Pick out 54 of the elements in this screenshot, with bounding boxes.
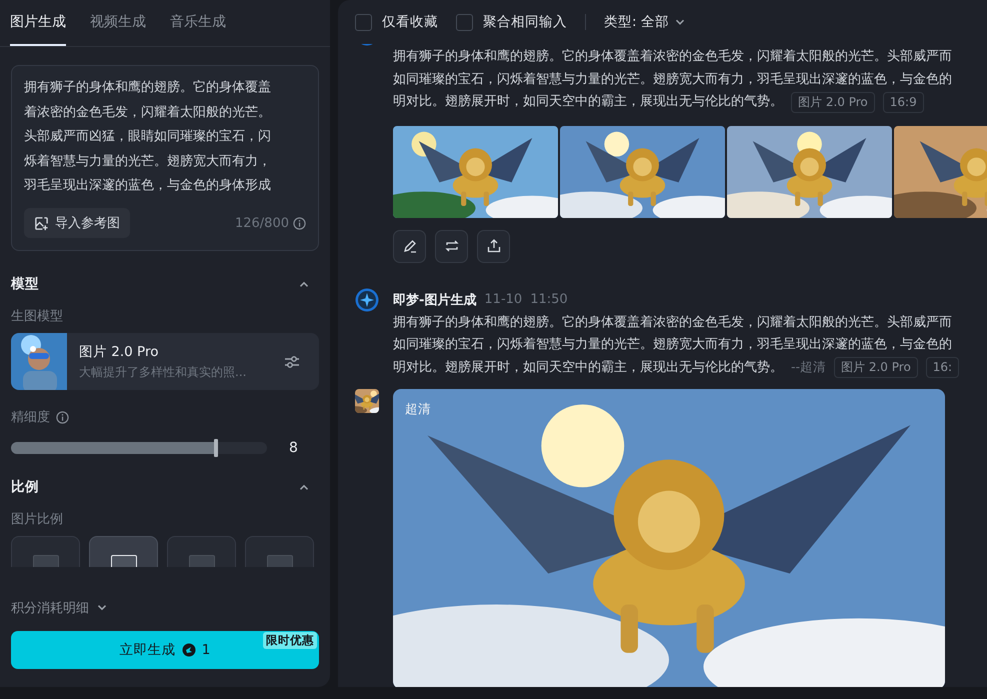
prompt-text: 烁着智慧与力量的光芒。翅膀宽大而有力， (24, 152, 272, 170)
prompt-text: 着浓密的金色毛发，闪耀着太阳般的光芒。 (24, 104, 272, 122)
sender-name: 即梦-图片生成 (393, 292, 476, 308)
prompt-text: 羽毛呈现出深邃的蓝色，与金色的身体形成 (24, 177, 272, 195)
coin-icon (182, 643, 196, 657)
model-description: 大幅提升了多样性和真实的照... (79, 364, 248, 380)
section-title: 模型 (11, 275, 39, 293)
detail-slider[interactable] (11, 442, 267, 454)
tag: 16:9 (882, 92, 924, 113)
tag: 图片 2.0 Pro (791, 92, 875, 113)
cost-details-label[interactable]: 积分消耗明细 (11, 599, 89, 617)
import-reference-button[interactable]: 导入参考图 (24, 208, 130, 238)
type-dropdown[interactable]: 类型: 全部 (604, 13, 687, 31)
avatar-icon (355, 288, 379, 312)
prompt-text: 头部威严而凶猛，眼睛如同璀璨的宝石，闪 (24, 128, 272, 146)
model-name: 图片 2.0 Pro (79, 342, 160, 360)
edit-button[interactable] (393, 230, 426, 262)
image-add-icon (34, 216, 49, 230)
model-card[interactable]: 图片 2.0 Pro 大幅提升了多样性和真实的照... (11, 333, 319, 390)
generate-button[interactable]: 立即生成 1 限时优惠 (11, 631, 319, 669)
field-label: 图片比例 (11, 511, 63, 528)
message-date: 11-10 (484, 292, 522, 307)
filter-checkbox[interactable]: 仅看收藏 (355, 13, 438, 31)
pencil-icon (402, 238, 418, 254)
info-icon[interactable] (293, 216, 306, 230)
tag: 16: (926, 357, 960, 378)
slider-value: 8 (289, 440, 298, 456)
slider-thumb[interactable] (214, 439, 218, 457)
tab[interactable]: 音乐生成 (170, 0, 226, 46)
quality-note: --超清 (791, 359, 826, 376)
prompt-text: 如同璀璨的宝石，闪烁着智慧与力量的光芒。翅膀宽大而有力，羽毛呈现出深邃的蓝色，与金色的 (393, 336, 953, 354)
repeat-icon (444, 238, 460, 254)
upload-icon (486, 238, 502, 254)
tag: 图片 2.0 Pro (834, 357, 918, 378)
info-icon[interactable] (56, 410, 69, 424)
promo-badge: 限时优惠 (263, 632, 317, 649)
prompt-text: 明对比。翅膀展开时，如同天空中的霸主，展现出无与伦比的气势。 (393, 358, 783, 376)
prompt-text: 如同璀璨的宝石，闪烁着智慧与力量的光芒。翅膀宽大而有力，羽毛呈现出深邃的蓝色，与金色的 (393, 70, 953, 88)
prompt-text: 拥有狮子的身体和鹰的翅膀。它的身体覆盖着浓密的金色毛发，闪耀着太阳般的光芒。头部威严而 (393, 314, 953, 332)
tab[interactable]: 视频生成 (90, 0, 146, 46)
share-button[interactable] (477, 230, 510, 262)
prompt-field[interactable]: 拥有狮子的身体和鹰的翅膀。它的身体覆盖 着浓密的金色毛发，闪耀着太阳般的光芒。 头部威严而凶猛，眼睛如同璀璨的宝石，闪 烁着智慧与力量的光芒。翅膀宽大而有力， 羽毛呈现出深邃的蓝色，与金色的身体形成 导入参考图 126/800 (11, 65, 319, 251)
character-counter: 126/800 (234, 216, 289, 230)
prompt-text: 拥有狮子的身体和鹰的翅膀。它的身体覆盖 (24, 79, 272, 97)
prompt-text: 拥有狮子的身体和鹰的翅膀。它的身体覆盖着浓密的金色毛发，闪耀着太阳般的光芒。头部威严而 (393, 48, 953, 66)
message-time: 11:50 (530, 292, 568, 307)
field-label: 精细度 (11, 409, 50, 426)
image-label: 超清 (405, 401, 431, 418)
field-label: 生图模型 (11, 308, 63, 325)
tab[interactable]: 图片生成 (10, 0, 66, 46)
filter-checkbox[interactable]: 聚合相同输入 (456, 13, 567, 31)
section-title: 比例 (11, 478, 39, 496)
prompt-text: 明对比。翅膀展开时，如同天空中的霸主，展现出无与伦比的气势。 (393, 93, 783, 111)
regenerate-button[interactable] (435, 230, 468, 262)
